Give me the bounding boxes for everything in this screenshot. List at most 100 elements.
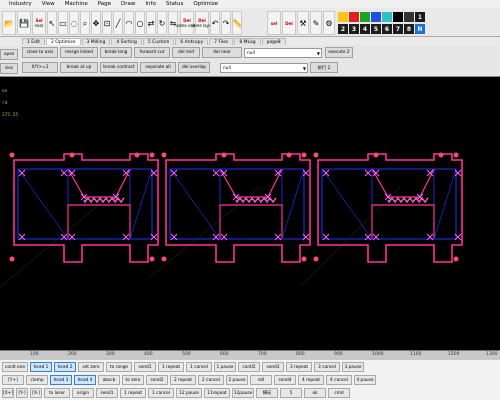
tab-sorting[interactable]: 4 Sorting xyxy=(111,38,142,45)
layer-color-11[interactable]: 4 xyxy=(360,24,370,34)
panel-left-button-1[interactable]: opse xyxy=(0,49,18,60)
control-button-1-repeat[interactable]: 1 repeat xyxy=(120,388,146,398)
save-button[interactable]: 💾 xyxy=(17,11,31,35)
control-button-1-cancel[interactable]: 1 cancel xyxy=(186,362,212,372)
part-group-2[interactable] xyxy=(161,152,311,263)
layer-color-7[interactable] xyxy=(404,12,414,22)
drawing-canvas[interactable]: en rd 272.55 xyxy=(0,77,500,350)
control-button-x[interactable]: [X-] xyxy=(30,388,42,398)
control-button-head-4[interactable]: head 4 xyxy=(74,375,96,385)
control-button-head-3[interactable]: head 3 xyxy=(50,375,72,385)
control-button-contl2[interactable]: contl2 xyxy=(238,362,260,372)
pencil-button[interactable]: ✎ xyxy=(310,11,322,35)
fit-button[interactable]: ⊡ xyxy=(102,11,112,35)
circle-button[interactable]: ○ xyxy=(135,11,145,35)
tab-page8[interactable]: page8 xyxy=(261,38,286,45)
tab-mlog[interactable]: 8 MLog xyxy=(234,38,261,45)
layer-color-6[interactable] xyxy=(393,12,403,22)
layer-color-10[interactable]: 3 xyxy=(349,24,359,34)
separate-all-button[interactable]: separate all xyxy=(140,62,176,73)
line-button[interactable]: ╱ xyxy=(113,11,123,35)
control-button-send2[interactable]: send2 xyxy=(146,375,168,385)
control-button-head-1[interactable]: head 1 xyxy=(30,362,52,372)
layer-color-1[interactable] xyxy=(338,12,348,22)
part-group-1[interactable] xyxy=(9,152,159,263)
delete-same-layer-button[interactable]: Del same layer xyxy=(191,11,213,35)
control-button-1-pause[interactable]: 1 pause xyxy=(214,362,236,372)
layer-color-4[interactable] xyxy=(371,12,381,22)
menu-industry[interactable]: Industry xyxy=(4,1,37,7)
menu-machine[interactable]: Machine xyxy=(60,1,93,7)
sel-color-button[interactable]: sel xyxy=(267,11,281,35)
control-button-11repeat[interactable]: 11repeat xyxy=(204,388,230,398)
tab-antcopy[interactable]: 6 Antcopy xyxy=(175,38,209,45)
control-button-abscb[interactable]: abscb xyxy=(98,375,120,385)
row2-select[interactable]: null ▼ xyxy=(220,63,308,73)
menu-page[interactable]: Page xyxy=(93,1,116,7)
control-button-1-repeat[interactable]: 1 repeat xyxy=(158,362,184,372)
execute-button-1[interactable]: execute 2 xyxy=(325,47,353,58)
control-button-2-pause[interactable]: 2 pause xyxy=(226,375,248,385)
control-button-2-repeat[interactable]: 2 repeat xyxy=(170,375,196,385)
del-mid-button[interactable]: del mid xyxy=(172,47,200,58)
layer-color-3[interactable] xyxy=(360,12,370,22)
merge-linked-button[interactable]: merge linked xyxy=(60,47,98,58)
control-button-set-zero[interactable]: set zero xyxy=(78,362,104,372)
layer-color-16[interactable]: N xyxy=(415,24,425,34)
control-button-send1[interactable]: send1 xyxy=(134,362,156,372)
rotate-button[interactable]: ↻ xyxy=(157,11,167,35)
layer-color-14[interactable]: 7 xyxy=(393,24,403,34)
control-button-12pause[interactable]: 12pause xyxy=(232,388,254,398)
tab-files[interactable]: 7 Files xyxy=(209,38,234,45)
control-button-y[interactable]: [Y+] xyxy=(2,375,24,385)
control-button-3-repeat[interactable]: 3 repeat xyxy=(286,362,312,372)
control-button-1-cancel[interactable]: 1 cancel xyxy=(148,388,174,398)
control-button-to-range[interactable]: to range xyxy=(106,362,132,372)
control-button-clamp[interactable]: clamp xyxy=(26,375,48,385)
control-button-send4[interactable]: send4 xyxy=(274,375,296,385)
select-arrow-button[interactable]: ↖ xyxy=(47,11,57,35)
layer-color-13[interactable]: 6 xyxy=(382,24,392,34)
control-button-origin[interactable]: origin xyxy=(72,388,94,398)
menu-status[interactable]: Status xyxy=(161,1,189,7)
control-button-ok[interactable]: ok xyxy=(304,388,326,398)
control-button-4-cancel[interactable]: 4 cancel xyxy=(326,375,352,385)
del-near-button[interactable]: del near xyxy=(202,47,242,58)
break-long-button[interactable]: break long xyxy=(100,47,132,58)
measure-button[interactable]: 📏 xyxy=(232,11,242,35)
arc-button[interactable]: ◠ xyxy=(124,11,134,35)
measure-tool-button[interactable]: ⚒ xyxy=(297,11,309,35)
control-button-4-repeat[interactable]: 4 repeat xyxy=(298,375,324,385)
layer-color-5[interactable] xyxy=(382,12,392,22)
control-button-contl-one[interactable]: contl one xyxy=(2,362,28,372)
control-button-4-pause[interactable]: 4 pause xyxy=(354,375,376,385)
control-button-[interactable]: 横向 xyxy=(256,388,278,398)
part-group-3[interactable] xyxy=(313,152,463,263)
control-button-3-cancel[interactable]: 3 cancel xyxy=(314,362,340,372)
close-to-axis-button[interactable]: close to axis xyxy=(22,47,58,58)
control-button-head-2[interactable]: head 2 xyxy=(54,362,76,372)
menu-draw[interactable]: Draw xyxy=(116,1,140,7)
del-color-button[interactable]: Del xyxy=(282,11,296,35)
open-button[interactable]: 📂 xyxy=(2,11,16,35)
menu-view[interactable]: View xyxy=(37,1,60,7)
sel-near-button[interactable]: Sel near xyxy=(32,11,46,35)
undo-button[interactable]: ↶ xyxy=(210,11,220,35)
row1-select[interactable]: null ▼ xyxy=(244,48,322,58)
select-lasso-button[interactable]: ◌ xyxy=(69,11,79,35)
layer-color-15[interactable]: 8 xyxy=(404,24,414,34)
pan-button[interactable]: ✥ xyxy=(91,11,101,35)
execute-button-2[interactable]: 执行 2 xyxy=(310,62,338,73)
select-rect-button[interactable]: ▭ xyxy=(58,11,68,35)
control-button-5[interactable]: 5 xyxy=(280,388,302,398)
control-button-to-zero[interactable]: to zero xyxy=(122,375,144,385)
tab-optimize[interactable]: 2 Optimize xyxy=(46,38,81,45)
panel-left-button-2[interactable]: sies xyxy=(0,63,18,74)
del-overlap-button[interactable]: del overlap xyxy=(178,62,210,73)
control-button-x[interactable]: [X+] xyxy=(2,388,14,398)
control-button-cmd[interactable]: cmd xyxy=(328,388,350,398)
layer-color-8[interactable]: 1 xyxy=(415,12,425,22)
menu-optimize[interactable]: Optimize xyxy=(188,1,223,7)
tab-edit[interactable]: 1 Edit xyxy=(22,38,46,45)
control-button-12-pause[interactable]: 12 pause xyxy=(176,388,202,398)
